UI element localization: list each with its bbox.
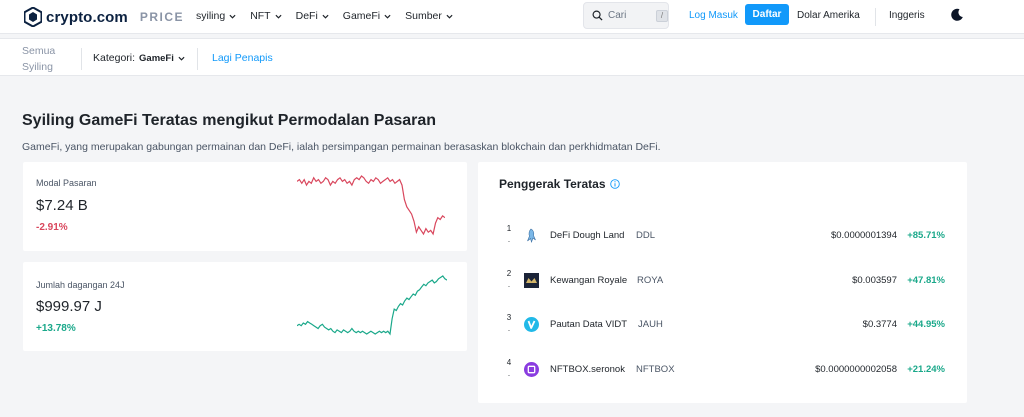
search-icon [592,10,603,21]
mover-symbol: DDL [636,230,656,241]
volume-value: $999.97 J [36,298,102,315]
mover-change: +21.24% [907,364,945,375]
volume-label: Jumlah dagangan 24J [36,280,125,290]
top-navigation-bar: crypto.com PRICE syiling NFT DeFi GameFi… [0,0,1024,34]
nav-gamefi-label: GameFi [342,10,381,22]
category-value: GameFi [139,52,174,64]
mover-name: DeFi Dough Land [550,230,625,241]
filter-divider [197,48,198,70]
mover-row[interactable]: 2. Kewangan Royale ROYA $0.003597 +47.81… [478,266,967,296]
mover-rank: 2. [506,269,512,289]
currency-selector[interactable]: Dolar Amerika [797,10,860,21]
market-cap-sparkline-line [297,175,445,236]
nav-coins-label: syiling [196,10,226,22]
all-coins-tab[interactable]: Semua Syiling [22,43,62,75]
mover-row[interactable]: 1. DeFi Dough Land DDL $0.0000001394 +85… [478,221,967,251]
login-link[interactable]: Log Masuk [689,10,738,21]
mover-change: +47.81% [907,275,945,286]
more-filters-link[interactable]: Lagi Penapis [212,52,273,64]
mover-price: $0.3774 [862,319,897,330]
mover-row[interactable]: 3. Pautan Data VIDT JAUH $0.3774 +44.95% [478,310,967,340]
filter-divider [81,48,82,70]
nav-resources[interactable]: Sumber [405,10,453,22]
crypto-com-logo-icon [24,7,42,27]
volume-change: +13.78% [36,323,76,334]
nav-nft-label: NFT [250,10,271,22]
nav-nft[interactable]: NFT [250,10,282,22]
language-selector[interactable]: Inggeris [889,10,925,21]
roya-icon [524,273,539,288]
market-cap-value: $7.24 B [36,197,88,214]
nav-gamefi[interactable]: GameFi [343,10,391,22]
chevron-down-icon [322,14,329,19]
volume-card: Jumlah dagangan 24J $999.97 J +13.78% [23,262,467,351]
info-icon[interactable] [609,179,620,189]
mover-price: $0.003597 [852,275,897,286]
moon-icon[interactable] [950,8,964,22]
vidt-icon [524,317,539,332]
mover-symbol: NFTBOX [636,364,675,375]
top-movers-title: Penggerak Teratas [499,177,620,191]
filter-bar: Semua Syiling Kategori: GameFi Lagi Pena… [0,38,1024,76]
mover-rank: 3. [506,313,512,333]
page-title: Syiling GameFi Teratas mengikut Permodal… [22,112,437,129]
mover-price: $0.0000001394 [830,230,897,241]
chevron-down-icon [229,14,236,19]
logo-text: crypto.com [46,8,128,26]
logo-subtitle: PRICE [139,10,185,24]
market-cap-sparkline [297,175,445,236]
mover-change: +44.95% [907,319,945,330]
search-shortcut-key: / [656,9,668,22]
mover-rank: 4. [506,358,512,378]
top-movers-card: Penggerak Teratas 1. DeFi Dough Land DDL… [478,162,967,403]
chevron-down-icon [275,14,282,19]
volume-sparkline-line [297,275,447,336]
nav-defi[interactable]: DeFi [296,10,329,22]
mover-price: $0.0000000002058 [815,364,897,375]
nav-coins[interactable]: syiling [196,10,236,22]
category-label: Kategori: [93,52,136,64]
mover-change: +85.71% [907,230,945,241]
mover-rank: 1. [506,224,512,244]
market-cap-label: Modal Pasaran [36,178,97,188]
top-movers-heading: Penggerak Teratas [499,177,606,191]
mover-row[interactable]: 4. NFTBOX.seronok NFTBOX $0.000000000205… [478,355,967,385]
nftbox-icon [524,362,539,377]
category-dropdown[interactable]: Kategori: GameFi [93,52,185,64]
nav-resources-label: Sumber [405,10,442,22]
search-box[interactable]: / [583,2,669,29]
chevron-down-icon [384,14,391,19]
page-description: GameFi, yang merupakan gabungan permaina… [22,141,661,153]
chevron-down-icon [446,14,453,19]
ddl-icon [527,228,536,243]
header-divider [875,8,876,26]
mover-name: NFTBOX.seronok [550,364,625,375]
volume-sparkline [297,275,447,336]
mover-name: Pautan Data VIDT [550,319,628,330]
market-cap-card: Modal Pasaran $7.24 B -2.91% [23,162,467,251]
market-cap-change: -2.91% [36,222,68,233]
mover-symbol: ROYA [637,275,664,286]
signup-button[interactable]: Daftar [745,4,789,25]
chevron-down-icon [178,56,185,61]
mover-name: Kewangan Royale [550,275,628,286]
logo[interactable]: crypto.com PRICE [24,7,184,27]
mover-symbol: JAUH [638,319,663,330]
search-input[interactable] [608,10,652,21]
main-nav: syiling NFT DeFi GameFi Sumber [196,0,467,32]
nav-defi-label: DeFi [295,10,318,22]
